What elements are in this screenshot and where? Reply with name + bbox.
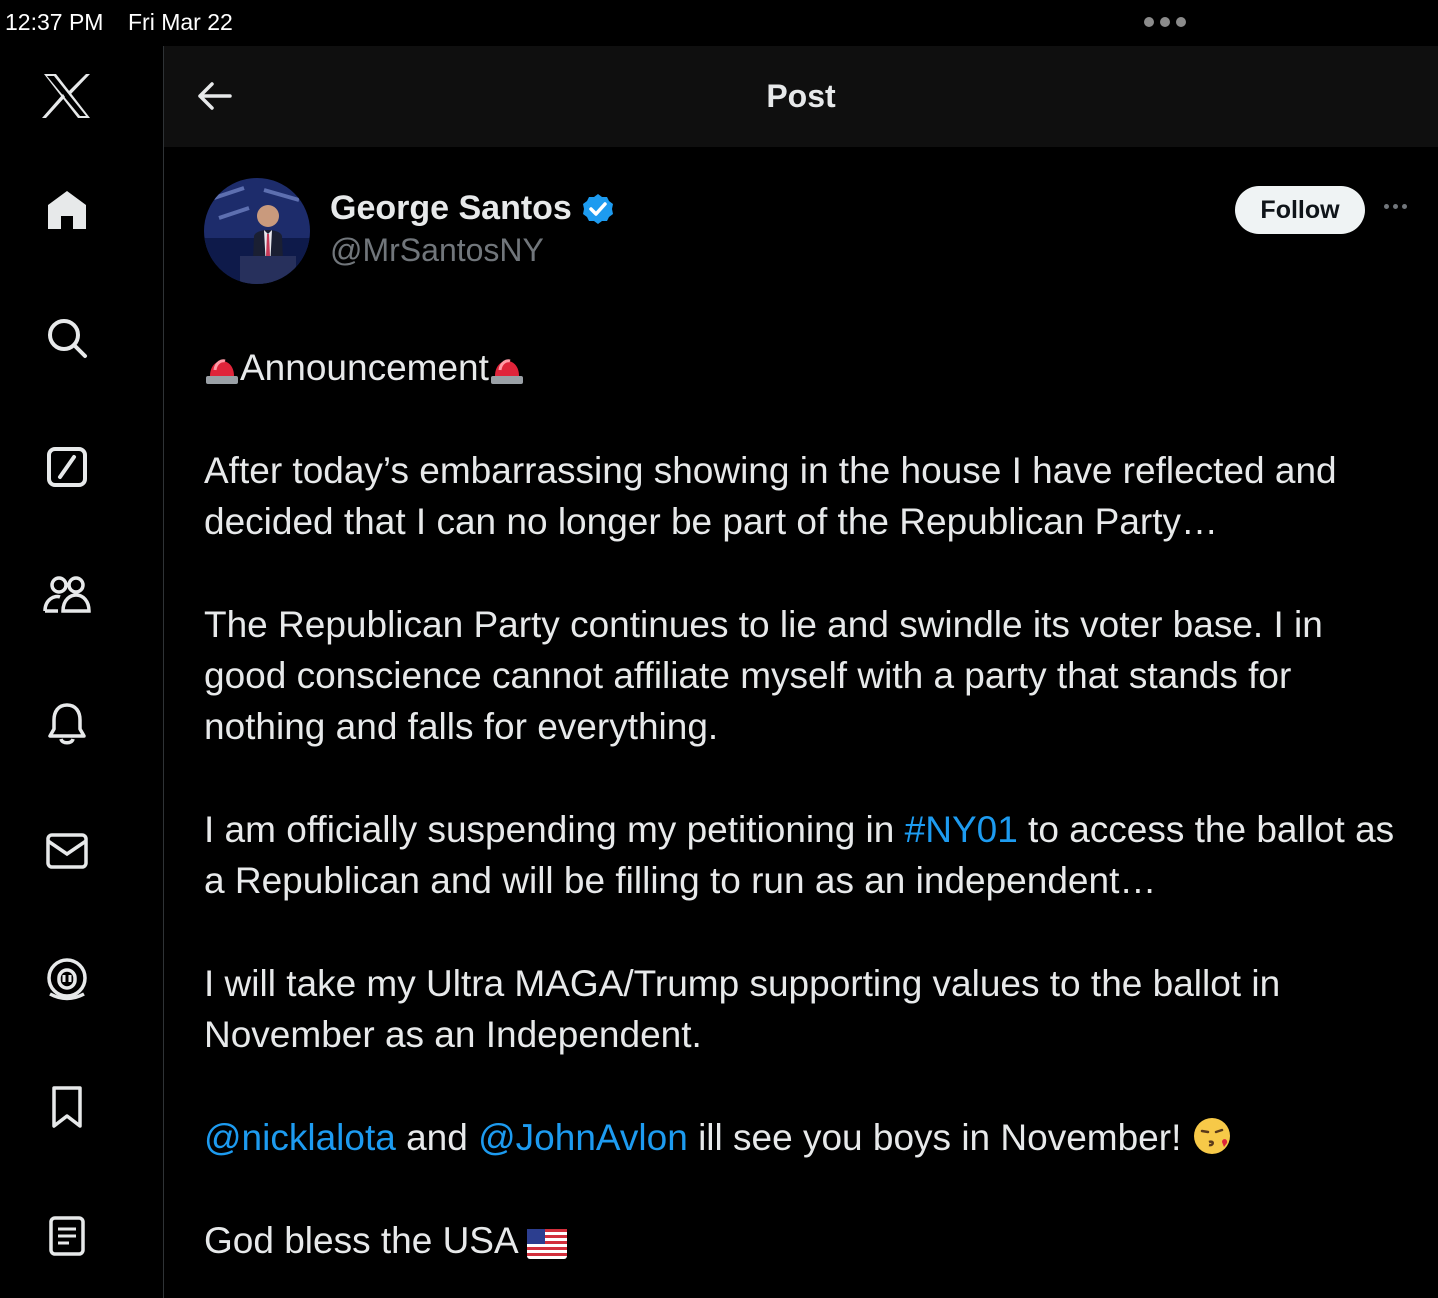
- mention-link[interactable]: @JohnAvlon: [478, 1117, 688, 1158]
- author-name-row[interactable]: George Santos: [330, 189, 614, 228]
- mention-link[interactable]: @nicklalota: [204, 1117, 396, 1158]
- status-date: Fri Mar 22: [128, 9, 233, 35]
- status-bar: 12:37 PM Fri Mar 22: [0, 0, 1438, 46]
- home-icon[interactable]: [41, 184, 93, 236]
- verified-badge-icon: [582, 193, 613, 224]
- paragraph-2: The Republican Party continues to lie an…: [204, 604, 1323, 747]
- paragraph-3: I am officially suspending my petitionin…: [204, 804, 1404, 906]
- multitasking-dots-icon[interactable]: [1144, 17, 1186, 27]
- paragraph-1: After today’s embarrassing showing in th…: [204, 450, 1337, 542]
- post-header: Post: [164, 46, 1438, 147]
- status-time: 12:37 PM: [5, 9, 104, 35]
- paragraph-3-start: I am officially suspending my petitionin…: [204, 809, 905, 850]
- x-logo-icon[interactable]: [41, 70, 93, 122]
- announcement-text: Announcement: [240, 347, 489, 388]
- sidebar-nav: [0, 46, 164, 1298]
- communities-icon[interactable]: [41, 569, 93, 621]
- paragraph-6: God bless the USA: [204, 1215, 1404, 1266]
- more-options-icon[interactable]: [1384, 204, 1407, 209]
- grok-icon[interactable]: [41, 441, 93, 493]
- search-icon[interactable]: [41, 312, 93, 364]
- paragraph-5-end: ill see you boys in November!: [687, 1117, 1192, 1158]
- avatar[interactable]: [204, 178, 310, 284]
- paragraph-5: @nicklalota and @JohnAvlon ill see you b…: [204, 1112, 1404, 1163]
- page-title: Post: [766, 78, 836, 114]
- paragraph-4: I will take my Ultra MAGA/Trump supporti…: [204, 963, 1281, 1055]
- author-handle[interactable]: @MrSantosNY: [330, 232, 544, 269]
- author-name[interactable]: George Santos: [330, 189, 572, 228]
- messages-icon[interactable]: [41, 825, 93, 877]
- announcement-line: Announcement: [204, 342, 1404, 393]
- lists-icon[interactable]: [41, 1210, 93, 1262]
- notifications-icon[interactable]: [41, 698, 93, 750]
- follow-button[interactable]: Follow: [1235, 186, 1365, 234]
- post-text: Announcement After today’s embarrassing …: [204, 342, 1404, 1266]
- paragraph-6-text: God bless the USA: [204, 1220, 527, 1261]
- police-light-icon: [490, 359, 523, 384]
- bookmarks-icon[interactable]: [41, 1081, 93, 1133]
- kissing-face-icon: [1193, 1118, 1230, 1154]
- paragraph-5-and: and: [395, 1117, 479, 1158]
- police-light-icon: [206, 359, 238, 384]
- us-flag-icon: [526, 1229, 567, 1259]
- spaces-icon[interactable]: [41, 953, 93, 1005]
- hashtag-link[interactable]: #NY01: [905, 809, 1018, 850]
